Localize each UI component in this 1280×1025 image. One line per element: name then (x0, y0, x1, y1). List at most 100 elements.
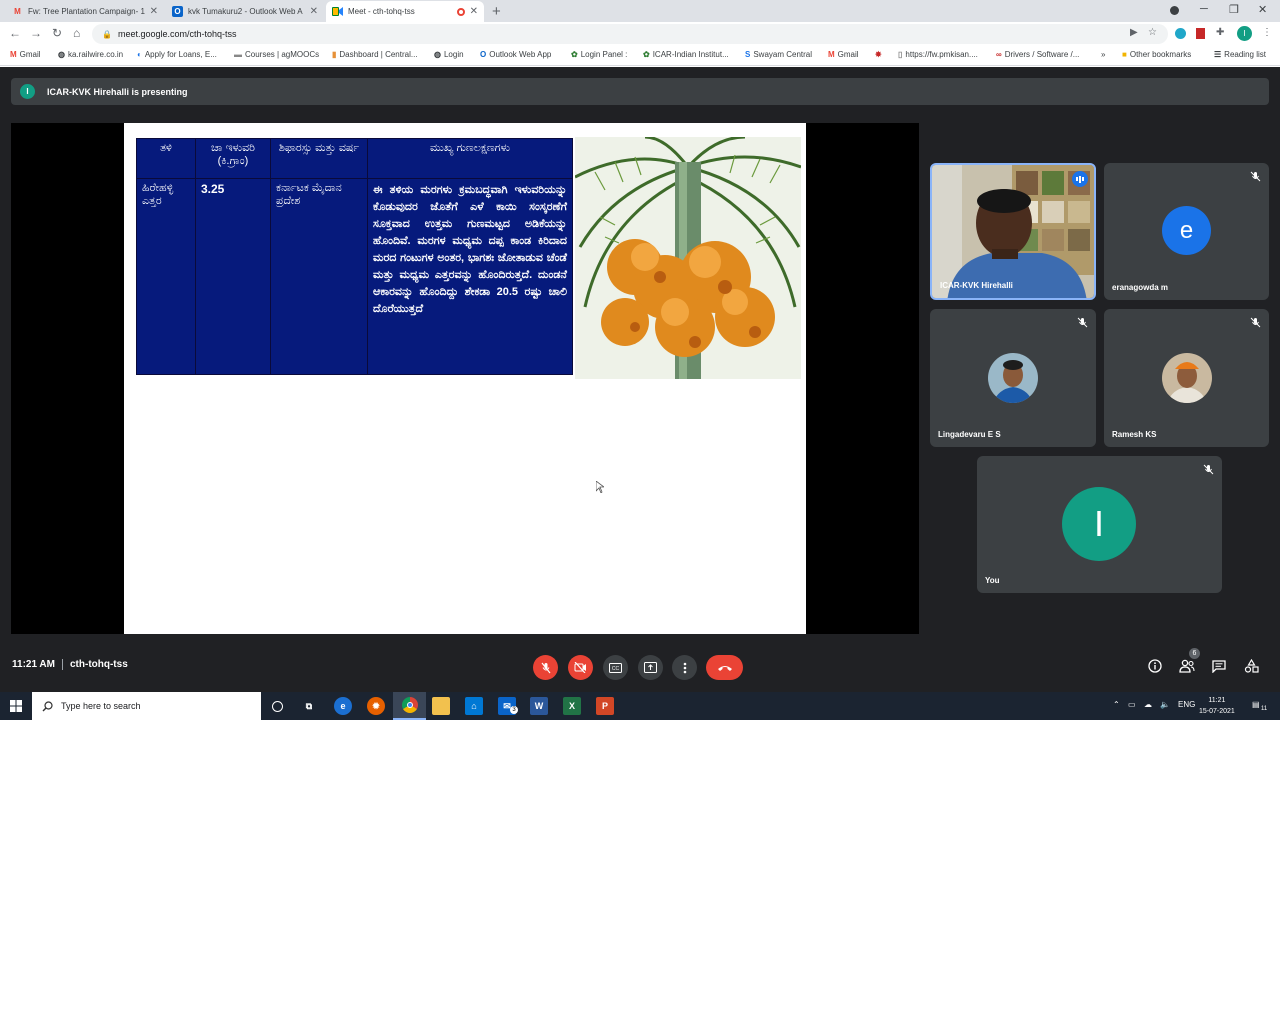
clock-time: 11:21 (1208, 697, 1226, 704)
bookmarks-bar: M Gmail ◍ ka.railwire.co.in ◐ Apply for Loa… (0, 46, 1280, 66)
tab-meet[interactable]: Meet - cth-tohq-tss ✕ (326, 1, 484, 22)
tab-title: kvk Tumakuru2 - Outlook Web A (188, 7, 303, 16)
table-cell-recommendation: ಕರ್ನಾಟಕ ಮೈದಾನ ಪ್ರದೇಶ (270, 178, 368, 375)
chat-button[interactable] (1211, 658, 1227, 674)
tab-title: Meet - cth-tohq-tss (348, 7, 415, 16)
participant-tile[interactable]: Ramesh KS (1104, 309, 1269, 447)
participants-button[interactable] (1179, 658, 1195, 674)
close-icon[interactable]: ✕ (150, 6, 158, 17)
excel-icon[interactable]: X (563, 697, 581, 715)
reading-list-icon: ☰ (1214, 50, 1222, 59)
present-now-button[interactable] (638, 655, 663, 680)
bookmark-item[interactable]: ◍ ka.railwire.co.in (58, 50, 123, 59)
store-icon[interactable]: ⌂ (465, 697, 483, 715)
bookmark-item[interactable]: ✿ ICAR-Indian Institut... (643, 50, 729, 59)
info-icon (1148, 659, 1162, 673)
bookmark-item[interactable]: ∞ Drivers / Software /... (996, 50, 1079, 59)
participant-name: Ramesh KS (1112, 430, 1157, 439)
network-icon[interactable]: ▭ (1128, 700, 1136, 709)
home-icon[interactable]: ⌂ (73, 26, 80, 40)
globe-icon: ◍ (434, 50, 441, 59)
language-indicator[interactable]: ENG (1178, 700, 1195, 709)
firefox-icon[interactable]: ✹ (367, 697, 385, 715)
bookmark-star-icon[interactable]: ☆ (1148, 27, 1157, 38)
bookmarks-overflow[interactable]: » (1101, 50, 1105, 59)
captions-button[interactable]: CC (603, 655, 628, 680)
site-icon: ✿ (571, 50, 578, 59)
taskbar-clock[interactable]: 11:21 15-07-2021 (1199, 695, 1235, 717)
notification-center-icon[interactable]: ▤ (1252, 700, 1260, 709)
recording-icon (456, 7, 465, 16)
other-bookmarks[interactable]: ■ Other bookmarks (1122, 50, 1191, 59)
grammarly-icon[interactable] (1175, 28, 1186, 39)
mic-off-icon (541, 662, 550, 673)
windows-taskbar: Type here to search ⧉ e ✹ ⌂ ✉ 3 W X P ⌃ … (0, 692, 1280, 720)
profile-avatar[interactable]: I (1237, 26, 1252, 41)
volume-icon[interactable]: 🔈 (1160, 700, 1170, 709)
activities-button[interactable] (1243, 658, 1259, 674)
bookmark-item[interactable]: ◐ Apply for Loans, E... (137, 50, 217, 59)
tab-search-icon[interactable] (1170, 6, 1179, 15)
meeting-info-button[interactable] (1147, 658, 1163, 674)
reload-icon[interactable]: ↻ (52, 26, 62, 40)
tab-title: Fw: Tree Plantation Campaign- 15 (28, 7, 145, 16)
reading-list[interactable]: ☰ Reading list (1214, 50, 1266, 59)
browser-toolbar: ← → ↻ ⌂ 🔒 meet.google.com/cth-tohq-tss ▶… (0, 22, 1280, 46)
bookmark-item[interactable]: ▮ Dashboard | Central... (332, 50, 418, 59)
meeting-time: 11:21 AM (12, 659, 55, 671)
restore-button[interactable]: ❐ (1229, 3, 1239, 16)
bookmark-item[interactable]: ✿ Login Panel : (571, 50, 627, 59)
camera-off-icon (574, 662, 586, 673)
word-icon[interactable]: W (530, 697, 548, 715)
file-explorer-icon[interactable] (432, 697, 450, 715)
tab-gmail[interactable]: M Fw: Tree Plantation Campaign- 15 ✕ (6, 1, 164, 22)
bookmark-item[interactable]: S Swayam Central (745, 50, 812, 59)
participant-tile-presenter[interactable]: ICAR-KVK Hirehalli (930, 163, 1096, 300)
leave-call-button[interactable] (706, 655, 743, 680)
close-icon[interactable]: ✕ (470, 6, 478, 17)
camera-in-use-icon[interactable]: ▶ (1130, 27, 1138, 38)
camera-toggle-button[interactable] (568, 655, 593, 680)
onedrive-icon[interactable]: ☁ (1144, 700, 1152, 709)
chrome-icon[interactable] (393, 692, 426, 720)
close-window-button[interactable]: ✕ (1258, 3, 1267, 16)
task-view-icon[interactable]: ⧉ (300, 697, 318, 715)
participant-tile-self[interactable]: I You (977, 456, 1222, 593)
participant-tile[interactable]: e eranagowda m (1104, 163, 1269, 300)
edge-icon[interactable]: e (334, 697, 352, 715)
bookmark-item[interactable]: ✸ (875, 50, 882, 59)
show-hidden-icons[interactable]: ⌃ (1113, 700, 1120, 709)
bookmark-item[interactable]: O Outlook Web App (480, 50, 551, 59)
mic-toggle-button[interactable] (533, 655, 558, 680)
tab-outlook[interactable]: O kvk Tumakuru2 - Outlook Web A ✕ (166, 1, 324, 22)
back-icon[interactable]: ← (9, 26, 21, 40)
minimize-button[interactable]: ─ (1200, 3, 1208, 15)
bookmark-item[interactable]: M Gmail (828, 50, 859, 59)
bookmark-item[interactable]: ▬ Courses | agMOOCs (234, 50, 319, 59)
mic-muted-icon (1203, 464, 1214, 475)
bookmark-item[interactable]: ◍ Login (434, 50, 464, 59)
arecanut-palm-image (575, 137, 801, 379)
close-icon[interactable]: ✕ (310, 6, 318, 17)
bookmark-item[interactable]: ▯ https://fw.pmkisan.... (898, 50, 978, 59)
mail-badge: 3 (510, 706, 518, 714)
notification-count: 11 (1261, 706, 1268, 712)
bookmark-item[interactable]: M Gmail (10, 50, 41, 59)
menu-icon[interactable]: ⋮ (1262, 27, 1272, 38)
participant-tile[interactable]: Lingadevaru E S (930, 309, 1096, 447)
mic-muted-icon (1250, 317, 1261, 328)
address-bar[interactable]: 🔒 meet.google.com/cth-tohq-tss (92, 24, 1168, 44)
start-button[interactable] (0, 692, 32, 720)
more-options-button[interactable] (672, 655, 697, 680)
extension-icon[interactable] (1196, 28, 1205, 39)
taskbar-search-box[interactable]: Type here to search (32, 692, 261, 720)
new-tab-button[interactable]: + (492, 3, 501, 20)
presenting-text: ICAR-KVK Hirehalli is presenting (47, 86, 188, 97)
forward-icon[interactable]: → (30, 26, 42, 40)
cortana-icon[interactable] (268, 697, 286, 715)
participant-name: Lingadevaru E S (938, 430, 1001, 439)
powerpoint-icon[interactable]: P (596, 697, 614, 715)
site-icon: ✸ (875, 50, 882, 59)
extensions-puzzle-icon[interactable]: ✚ (1216, 27, 1224, 38)
table-header: ಮುಖ್ಯ ಗುಣಲಕ್ಷಣಗಳು (367, 138, 573, 179)
